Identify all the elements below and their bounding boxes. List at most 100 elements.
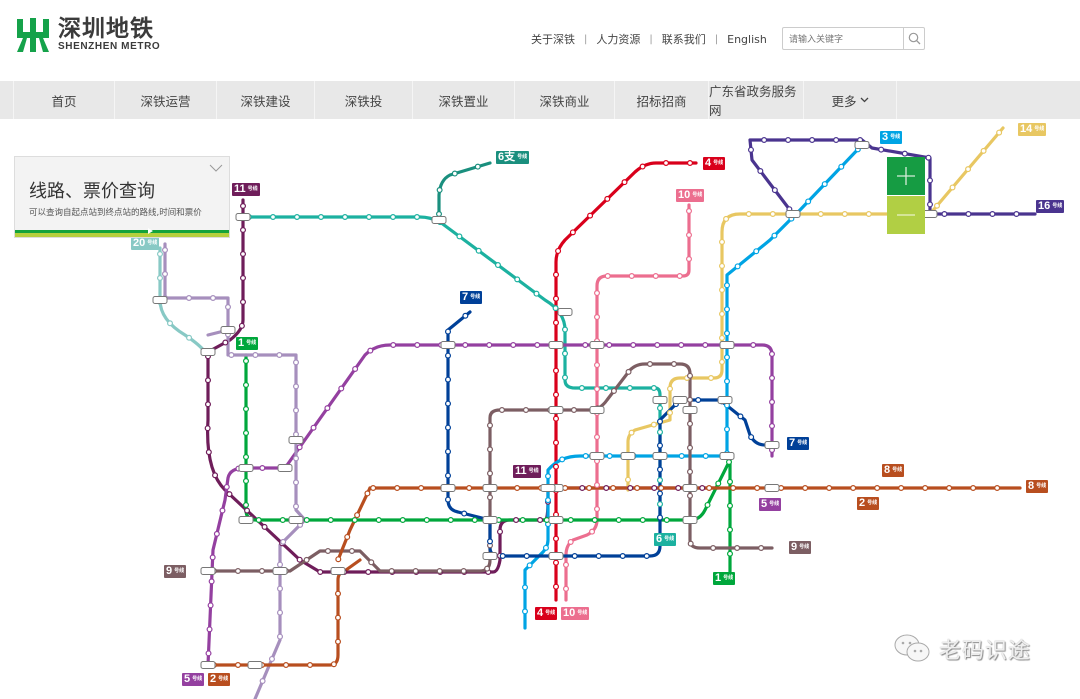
station-marker[interactable] [235,567,242,574]
station-marker[interactable] [850,485,857,492]
station-marker[interactable] [412,567,419,574]
station-marker[interactable] [243,406,250,413]
station-marker[interactable] [656,501,663,508]
station-marker[interactable] [1013,211,1020,218]
station-marker[interactable] [994,485,1001,492]
interchange-station[interactable] [200,567,216,575]
station-marker[interactable] [296,444,303,451]
station-marker[interactable] [445,400,452,407]
station-marker[interactable] [461,510,468,517]
station-marker[interactable] [926,201,933,208]
line-badge-14[interactable]: 14 号线 [1018,123,1047,136]
station-marker[interactable] [544,497,551,504]
nav-more[interactable]: 更多 [804,81,897,119]
station-marker[interactable] [578,385,585,392]
line-badge-4[interactable]: 4 号线 [703,157,726,170]
station-marker[interactable] [785,137,792,144]
station-marker[interactable] [626,385,633,392]
interchange-station[interactable] [589,406,605,414]
station-marker[interactable] [317,568,324,575]
station-marker[interactable] [552,535,559,542]
station-marker[interactable] [471,516,478,523]
interchange-station[interactable] [482,484,498,492]
interchange-station[interactable] [238,464,254,472]
station-marker[interactable] [567,538,574,545]
station-marker[interactable] [243,430,250,437]
line-badge-8[interactable]: 8 号线 [882,464,905,477]
station-marker[interactable] [513,516,520,523]
station-marker[interactable] [768,351,775,358]
station-marker[interactable] [730,485,737,492]
station-marker[interactable] [367,347,374,354]
station-marker[interactable] [293,383,300,390]
station-marker[interactable] [593,434,600,441]
station-marker[interactable] [686,372,693,379]
nav-commerce[interactable]: 深铁商业 [515,81,615,119]
interchange-station[interactable] [682,484,698,492]
station-marker[interactable] [157,275,164,282]
station-marker[interactable] [678,342,685,349]
line-badge-4[interactable]: 4 号线 [535,607,558,620]
station-marker[interactable] [283,661,290,668]
station-marker[interactable] [634,485,641,492]
station-marker[interactable] [718,334,725,341]
station-marker[interactable] [243,502,250,509]
station-marker[interactable] [277,561,284,568]
station-marker[interactable] [436,567,443,574]
station-marker[interactable] [162,247,169,254]
station-marker[interactable] [678,453,685,460]
interchange-station[interactable] [589,452,605,460]
station-marker[interactable] [487,422,494,429]
station-marker[interactable] [639,516,646,523]
station-marker[interactable] [695,397,702,404]
station-marker[interactable] [205,401,212,408]
station-marker[interactable] [723,354,730,361]
station-marker[interactable] [761,137,768,144]
station-marker[interactable] [699,485,706,492]
station-marker[interactable] [352,365,359,372]
station-marker[interactable] [656,405,663,412]
interchange-station[interactable] [922,210,938,218]
station-marker[interactable] [514,485,521,492]
station-marker[interactable] [205,377,212,384]
station-marker[interactable] [965,166,972,173]
station-marker[interactable] [494,262,501,269]
station-marker[interactable] [561,350,568,357]
station-marker[interactable] [240,203,247,210]
station-marker[interactable] [980,147,987,154]
line-14-path[interactable] [626,126,1005,492]
station-marker[interactable] [277,633,284,640]
station-marker[interactable] [582,453,589,460]
station-marker[interactable] [593,506,600,513]
line-badge-1[interactable]: 1 号线 [713,572,736,585]
station-marker[interactable] [354,512,361,519]
station-marker[interactable] [753,248,760,255]
station-marker[interactable] [670,361,677,368]
station-marker[interactable] [418,485,425,492]
interchange-station[interactable] [440,341,456,349]
station-marker[interactable] [726,502,733,509]
line-badge-7[interactable]: 7 号线 [460,291,483,304]
station-marker[interactable] [593,290,600,297]
station-marker[interactable] [627,485,634,492]
station-marker[interactable] [704,501,711,508]
station-marker[interactable] [542,544,549,551]
station-marker[interactable] [989,211,996,218]
station-marker[interactable] [497,528,504,535]
station-marker[interactable] [619,552,626,559]
station-marker[interactable] [296,556,303,563]
line-badge-3[interactable]: 3 号线 [880,131,903,144]
station-marker[interactable] [552,391,559,398]
station-marker[interactable] [238,322,245,329]
station-marker[interactable] [365,568,372,575]
station-marker[interactable] [604,195,611,202]
station-marker[interactable] [718,238,725,245]
nav-home[interactable]: 首页 [14,81,115,119]
station-marker[interactable] [628,273,635,280]
station-marker[interactable] [723,330,730,337]
station-marker[interactable] [240,227,247,234]
interchange-station[interactable] [764,441,780,449]
station-marker[interactable] [747,146,754,153]
station-marker[interactable] [685,232,692,239]
interchange-station[interactable] [719,341,735,349]
